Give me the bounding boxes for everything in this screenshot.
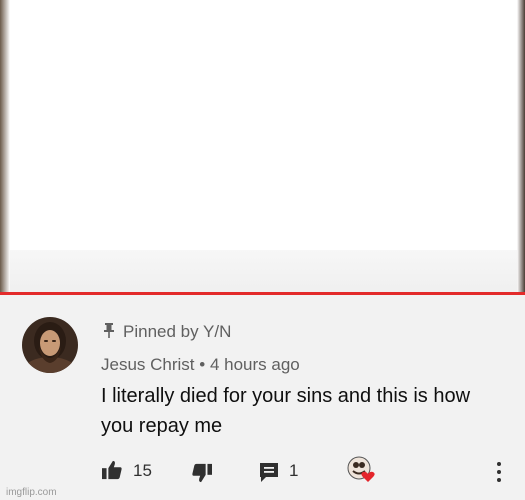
like-button[interactable]: [101, 460, 123, 485]
creator-heart-icon: [347, 456, 377, 489]
separator-dot: •: [199, 355, 206, 374]
more-options-icon: [493, 461, 505, 488]
reply-button[interactable]: [258, 461, 280, 488]
dislike-button[interactable]: [191, 463, 213, 488]
pinned-indicator: Pinned by Y/N: [103, 321, 231, 343]
reply-count: 1: [289, 461, 299, 480]
pinned-label: Pinned by Y/N: [123, 322, 232, 341]
comment-header: Jesus Christ • 4 hours ago: [101, 355, 300, 375]
more-options-button[interactable]: [493, 461, 505, 488]
video-frame[interactable]: [0, 0, 525, 295]
video-edge-left: [0, 0, 10, 294]
video-floor: [10, 250, 517, 294]
author-name[interactable]: Jesus Christ: [101, 355, 195, 374]
pin-icon: [103, 322, 115, 343]
reply-icon: [258, 461, 280, 488]
watermark: imgflip.com: [6, 487, 57, 498]
like-count: 15: [133, 461, 152, 480]
video-edge-right: [517, 0, 525, 294]
thumbs-up-icon: [101, 460, 123, 485]
author-avatar[interactable]: [22, 317, 78, 373]
creator-heart: [347, 456, 377, 489]
comment-text: I literally died for your sins and this …: [101, 385, 471, 437]
comment-actions: 15 1: [0, 456, 525, 489]
comment-panel: Pinned by Y/N Jesus Christ • 4 hours ago…: [0, 295, 525, 500]
comment-time[interactable]: 4 hours ago: [210, 355, 300, 374]
thumbs-down-icon: [191, 463, 213, 488]
